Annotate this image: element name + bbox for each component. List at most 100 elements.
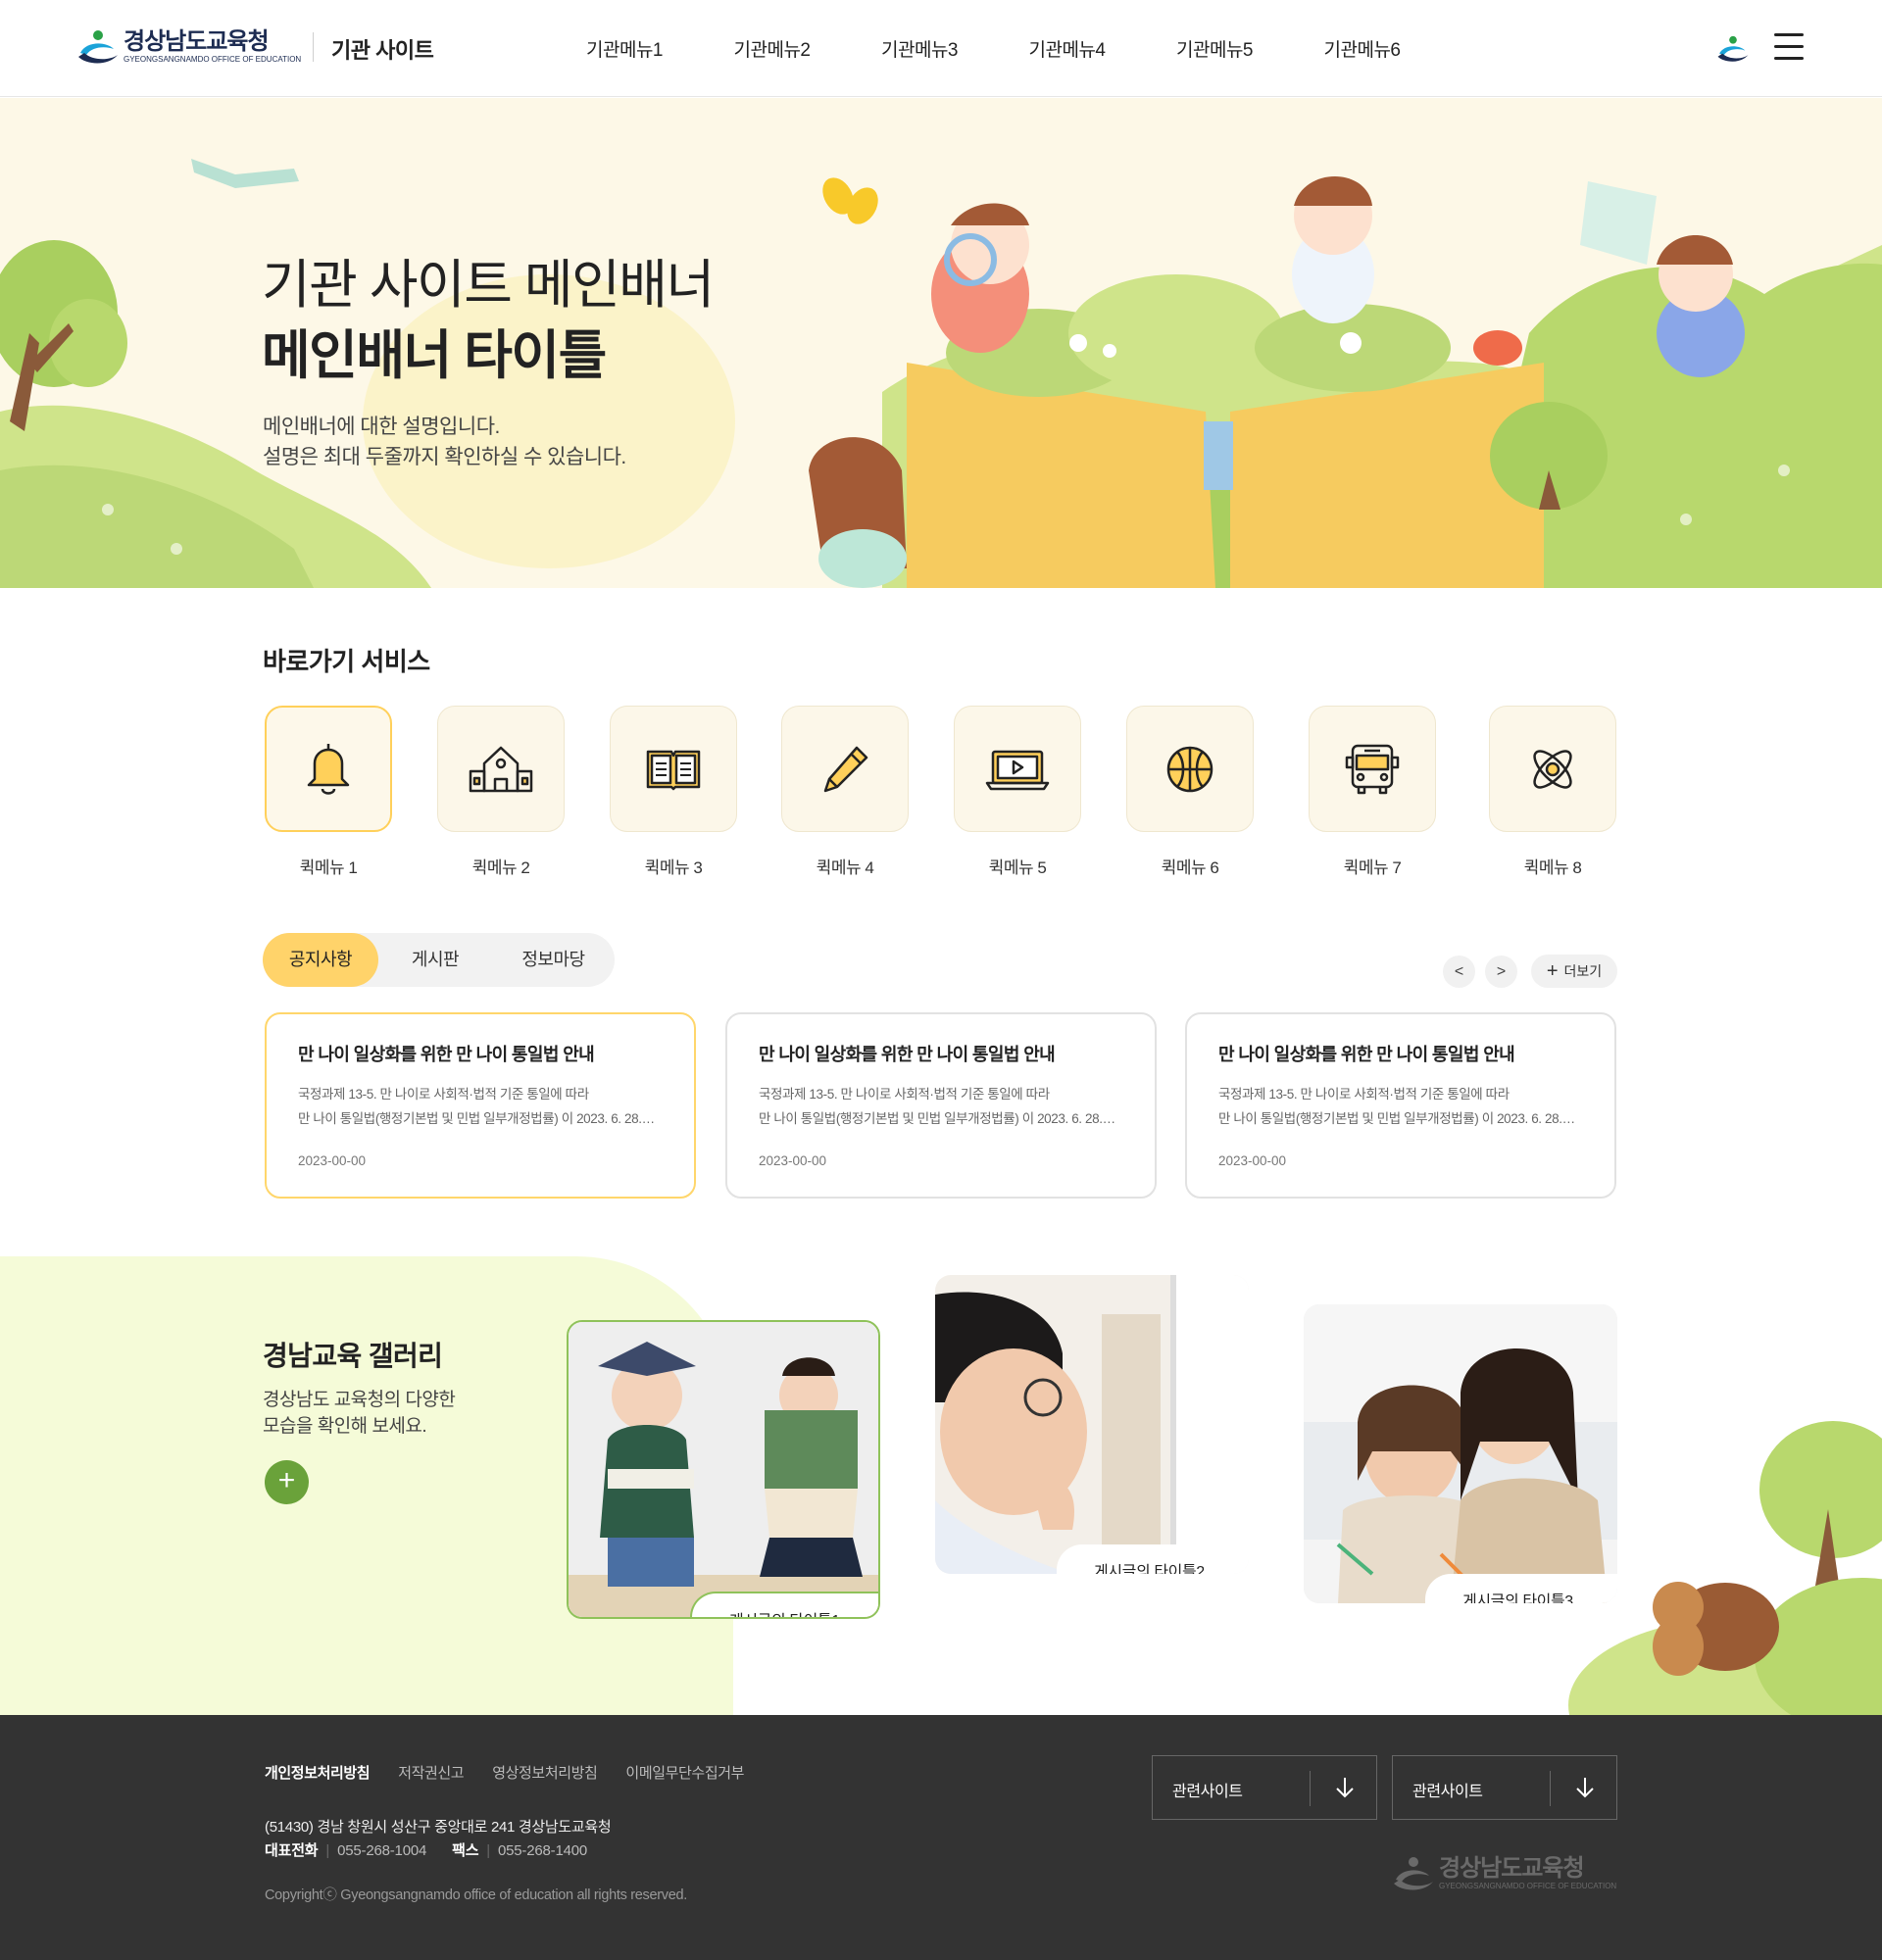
- more-button[interactable]: + 더보기: [1531, 955, 1617, 988]
- quick-menu-label: 퀵메뉴 6: [1161, 858, 1219, 877]
- main-banner: 기관 사이트 메인배너 메인배너 타이틀 메인배너에 대한 설명입니다. 설명은…: [0, 98, 1882, 588]
- pencil-icon: [823, 746, 868, 792]
- notice-summary-line2: 만 나이 통일법(행정기본법 및 민법 일부개정법률) 이 2023. 6. 2…: [298, 1111, 663, 1126]
- nav-item-6[interactable]: 기관메뉴6: [1324, 35, 1472, 62]
- related-site-label: 관련사이트: [1172, 1784, 1243, 1800]
- logo-korean: 경상남도교육청: [124, 28, 270, 55]
- site-name[interactable]: 기관 사이트: [331, 33, 434, 65]
- quick-menu-item-6[interactable]: 퀵메뉴 6: [1126, 706, 1254, 878]
- footer-link-email-reject[interactable]: 이메일무단수집거부: [625, 1762, 744, 1783]
- kids-with-books-image: [569, 1322, 878, 1617]
- logo-text: 경상남도교육청 GYEONGSANGNAMDO OFFICE OF EDUCAT…: [124, 29, 301, 65]
- mother-and-daughter-image: [1304, 1304, 1617, 1603]
- select-divider: [1310, 1771, 1311, 1806]
- gallery-item-title: 게시글의 타이틀2: [1094, 1564, 1205, 1574]
- fax-number: 055-268-1400: [498, 1842, 588, 1859]
- next-button[interactable]: >: [1485, 956, 1517, 988]
- footer-link-cctv[interactable]: 영상정보처리방침: [492, 1762, 598, 1783]
- notice-date: 2023-00-00: [1218, 1153, 1287, 1168]
- gallery-photo-2[interactable]: 게시글의 타이틀2 2023-00-00: [935, 1275, 1249, 1574]
- footer-logo-english: GYEONGSANGNAMDO OFFICE OF EDUCATION: [1439, 1882, 1617, 1890]
- site-footer: 개인정보처리방침 저작권신고 영상정보처리방침 이메일무단수집거부 (51430…: [0, 1715, 1882, 1960]
- bus-icon: [1345, 744, 1400, 794]
- quick-menu-box[interactable]: [954, 706, 1081, 832]
- notice-card-3[interactable]: 만 나이 일상화를 위한 만 나이 통일법 안내 국정과제 13-5. 만 나이…: [1185, 1012, 1616, 1199]
- footer-copyright: Copyrightⓒ Gyeongsangnamdo office of edu…: [265, 1887, 688, 1903]
- quick-menu-box[interactable]: [781, 706, 909, 832]
- site-logo[interactable]: 경상남도교육청 GYEONGSANGNAMDO OFFICE OF EDUCAT…: [76, 27, 301, 67]
- footer-links: 개인정보처리방침 저작권신고 영상정보처리방침 이메일무단수집거부: [265, 1762, 772, 1783]
- gallery-desc-line1: 경상남도 교육청의 다양한: [263, 1390, 456, 1410]
- notice-title: 만 나이 일상화를 위한 만 나이 통일법 안내: [298, 1045, 595, 1064]
- quick-menu-item-1[interactable]: 퀵메뉴 1: [265, 706, 392, 878]
- banner-desc-line1: 메인배너에 대한 설명입니다.: [263, 416, 500, 438]
- arrow-down-icon: [1576, 1778, 1594, 1798]
- quick-menu-label: 퀵메뉴 5: [988, 858, 1047, 877]
- logo-divider: [313, 32, 314, 62]
- main-nav: 기관메뉴1 기관메뉴2 기관메뉴3 기관메뉴4 기관메뉴5 기관메뉴6: [586, 35, 1471, 62]
- gallery-more-button[interactable]: +: [265, 1460, 309, 1504]
- footer-contact: 대표전화 | 055-268-1004 팩스 | 055-268-1400: [265, 1842, 588, 1859]
- gallery-caption-2: 게시글의 타이틀2 2023-00-00: [1057, 1544, 1249, 1574]
- notice-date: 2023-00-00: [298, 1153, 367, 1168]
- gallery-photo-1[interactable]: 게시글의 타이틀1 2023-00-00: [567, 1320, 880, 1619]
- footer-link-privacy[interactable]: 개인정보처리방침: [265, 1762, 371, 1783]
- footer-link-copyright[interactable]: 저작권신고: [398, 1762, 464, 1783]
- tab-notice[interactable]: 공지사항: [263, 933, 378, 987]
- notice-card-2[interactable]: 만 나이 일상화를 위한 만 나이 통일법 안내 국정과제 13-5. 만 나이…: [725, 1012, 1157, 1199]
- plus-icon: +: [1546, 959, 1559, 982]
- notice-summary-line2: 만 나이 통일법(행정기본법 및 민법 일부개정법률) 이 2023. 6. 2…: [1218, 1111, 1583, 1126]
- fax-label: 팩스: [452, 1842, 479, 1859]
- gallery-desc-line2: 모습을 확인해 보세요.: [263, 1416, 427, 1437]
- footer-address: (51430) 경남 창원시 성산구 중앙대로 241 경상남도교육청: [265, 1819, 612, 1836]
- tel-number: 055-268-1004: [337, 1842, 427, 1859]
- quick-menu-box[interactable]: [1126, 706, 1254, 832]
- quick-menu-box[interactable]: [437, 706, 565, 832]
- quick-menu-item-3[interactable]: 퀵메뉴 3: [610, 706, 737, 878]
- nav-item-1[interactable]: 기관메뉴1: [586, 35, 734, 62]
- quick-menu-box[interactable]: [1489, 706, 1616, 832]
- edu-office-mark-icon[interactable]: [1716, 33, 1750, 65]
- nav-item-5[interactable]: 기관메뉴5: [1176, 35, 1324, 62]
- quick-menu-box[interactable]: [265, 706, 392, 832]
- banner-title-line1: 기관 사이트 메인배너: [262, 256, 715, 315]
- quick-menu-title: 바로가기 서비스: [263, 647, 430, 676]
- gallery-caption-1: 게시글의 타이틀1 2023-00-00: [690, 1592, 878, 1617]
- gallery-item-title: 게시글의 타이틀1: [729, 1607, 859, 1617]
- related-site-label: 관련사이트: [1412, 1784, 1483, 1800]
- gallery-title: 경남교육 갤러리: [263, 1341, 443, 1371]
- gallery-item-title: 게시글의 타이틀3: [1462, 1593, 1573, 1603]
- tel-label: 대표전화: [265, 1842, 319, 1859]
- quick-menu-item-5[interactable]: 퀵메뉴 5: [954, 706, 1081, 878]
- gallery-caption-3: 게시글의 타이틀3 2023-00-00: [1425, 1574, 1617, 1603]
- quick-menu-label: 퀵메뉴 7: [1343, 858, 1402, 877]
- notice-date: 2023-00-00: [759, 1153, 827, 1168]
- nav-item-4[interactable]: 기관메뉴4: [1029, 35, 1177, 62]
- footer-logo: 경상남도교육청 GYEONGSANGNAMDO OFFICE OF EDUCAT…: [1392, 1854, 1616, 1893]
- notice-summary-line2: 만 나이 통일법(행정기본법 및 민법 일부개정법률) 이 2023. 6. 2…: [759, 1111, 1123, 1126]
- quick-menu-item-2[interactable]: 퀵메뉴 2: [437, 706, 565, 878]
- nav-item-2[interactable]: 기관메뉴2: [734, 35, 882, 62]
- laptop-play-icon: [985, 750, 1050, 790]
- prev-button[interactable]: <: [1443, 956, 1475, 988]
- nav-item-3[interactable]: 기관메뉴3: [881, 35, 1029, 62]
- quick-menu-item-7[interactable]: 퀵메뉴 7: [1309, 706, 1436, 878]
- tab-info[interactable]: 정보마당: [492, 933, 615, 987]
- atom-icon: [1533, 749, 1572, 789]
- basketball-icon: [1166, 746, 1213, 792]
- notice-summary-line1: 국정과제 13-5. 만 나이로 사회적·법적 기준 통일에 따라: [298, 1087, 589, 1102]
- related-site-select-1[interactable]: 관련사이트: [1152, 1755, 1377, 1820]
- notice-card-1[interactable]: 만 나이 일상화를 위한 만 나이 통일법 안내 국정과제 13-5. 만 나이…: [265, 1012, 696, 1199]
- quick-menu-box[interactable]: [610, 706, 737, 832]
- bell-icon: [307, 743, 350, 795]
- quick-menu-box[interactable]: [1309, 706, 1436, 832]
- quick-menu-item-8[interactable]: 퀵메뉴 8: [1489, 706, 1616, 878]
- logo-english: GYEONGSANGNAMDO OFFICE OF EDUCATION: [124, 55, 302, 64]
- notice-title: 만 나이 일상화를 위한 만 나이 통일법 안내: [759, 1045, 1056, 1064]
- tab-board[interactable]: 게시판: [378, 933, 492, 987]
- quick-menu-item-4[interactable]: 퀵메뉴 4: [781, 706, 909, 878]
- gallery-photo-3[interactable]: 게시글의 타이틀3 2023-00-00: [1304, 1304, 1617, 1603]
- hamburger-menu-icon[interactable]: [1774, 33, 1804, 61]
- related-site-select-2[interactable]: 관련사이트: [1392, 1755, 1617, 1820]
- school-icon: [469, 746, 533, 792]
